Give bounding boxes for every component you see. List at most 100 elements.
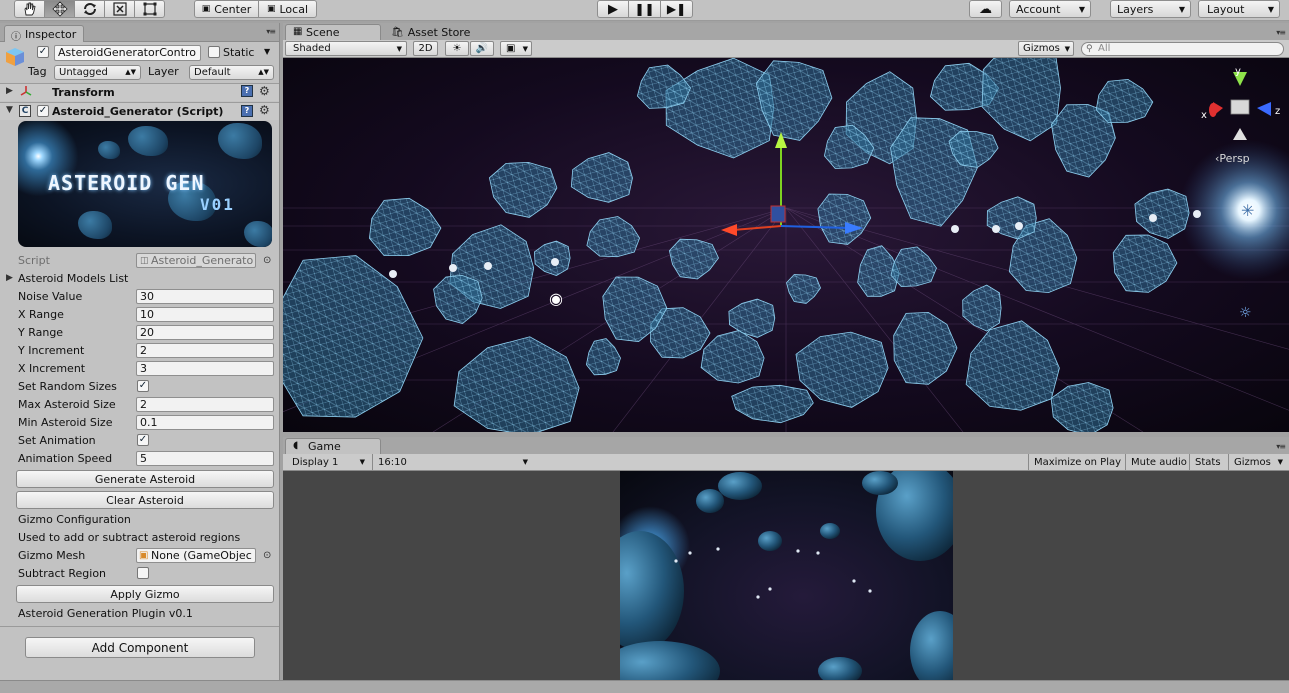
set-animation-checkbox[interactable]: ✓ xyxy=(137,434,149,446)
aspect-dropdown[interactable]: 16:10 ▼ xyxy=(372,454,534,470)
scale-tool-icon[interactable] xyxy=(104,0,135,18)
set-random-sizes-checkbox[interactable]: ✓ xyxy=(137,380,149,392)
scene-search-input[interactable]: ⚲ All xyxy=(1081,42,1284,56)
asteroid-wireframe xyxy=(669,239,719,279)
game-asteroid xyxy=(620,531,684,651)
panel-menu-icon[interactable]: ▾≡ xyxy=(266,27,276,36)
banner-rock xyxy=(128,126,168,156)
scene-gizmos-dropdown[interactable]: Gizmos ▼ xyxy=(1018,41,1074,56)
star-billboard xyxy=(951,225,959,233)
transform-component-header[interactable]: ▶ Transform ? ⚙ xyxy=(0,83,279,101)
asteroid-wireframe xyxy=(586,338,621,375)
layer-dropdown[interactable]: Default ▲▼ xyxy=(189,65,274,80)
chevron-down-icon: ▼ xyxy=(522,44,528,53)
game-render xyxy=(620,471,953,680)
min-size-input[interactable]: 0.1 xyxy=(136,415,274,430)
panel-menu-icon[interactable]: ▾≡ xyxy=(1276,442,1286,451)
static-checkbox[interactable] xyxy=(208,46,220,58)
clear-asteroid-button[interactable]: Clear Asteroid xyxy=(16,491,274,509)
maximize-on-play-toggle[interactable]: Maximize on Play xyxy=(1028,454,1126,470)
play-button[interactable]: ▶ xyxy=(597,0,629,18)
field-input[interactable]: 2 xyxy=(136,343,274,358)
display-dropdown[interactable]: Display 1 ▼ xyxy=(283,454,371,470)
asteroid-wireframe xyxy=(586,216,640,257)
panel-menu-icon[interactable]: ▾≡ xyxy=(1276,28,1286,37)
game-gizmos-dropdown[interactable]: Gizmos ▼ xyxy=(1228,454,1289,470)
asteroid-wireframe xyxy=(637,65,691,109)
field-label: X Increment xyxy=(18,362,86,375)
shading-mode-dropdown[interactable]: Shaded ▼ xyxy=(285,41,407,56)
audio-toggle-icon[interactable]: 🔊 xyxy=(470,41,494,56)
apply-gizmo-button[interactable]: Apply Gizmo xyxy=(16,585,274,603)
pivot-center-button[interactable]: ▣ Center xyxy=(194,0,259,18)
effects-toggle-icon[interactable]: ▣ ▼ xyxy=(500,41,532,56)
orientation-gizmo[interactable]: y x z xyxy=(1201,66,1280,140)
help-book-icon[interactable]: ? xyxy=(241,85,253,97)
chevron-down-icon: ▼ xyxy=(1064,44,1070,53)
projection-label[interactable]: ‹Persp xyxy=(1215,152,1250,165)
tab-game[interactable]: ◖ Game xyxy=(285,438,381,454)
field-input[interactable]: 10 xyxy=(136,307,274,322)
inspector-panel: ⓘ Inspector ▾≡ ✓ AsteroidGeneratorContro… xyxy=(0,23,280,680)
camera-gizmo-icon[interactable]: ◉ xyxy=(549,289,563,308)
lighting-toggle-icon[interactable]: ☀ xyxy=(445,41,469,56)
object-picker-icon[interactable]: ⊙ xyxy=(263,550,271,561)
tag-dropdown[interactable]: Untagged ▲▼ xyxy=(54,65,141,80)
pause-button[interactable]: ❚❚ xyxy=(628,0,661,18)
script-enabled-checkbox[interactable]: ✓ xyxy=(37,105,49,117)
script-field[interactable]: ◫ Asteroid_Generato xyxy=(136,253,256,268)
aspect-value: 16:10 xyxy=(378,456,407,468)
field-input[interactable]: 30 xyxy=(136,289,274,304)
mute-audio-toggle[interactable]: Mute audio xyxy=(1125,454,1192,470)
animation-speed-input[interactable]: 5 xyxy=(136,451,274,466)
foldout-collapsed-icon[interactable]: ▶ xyxy=(6,273,13,283)
object-name-input[interactable]: AsteroidGeneratorContro xyxy=(54,45,201,61)
step-button[interactable]: ▶❚ xyxy=(660,0,693,18)
store-bag-icon: 🛍 xyxy=(391,27,404,38)
max-size-input[interactable]: 2 xyxy=(136,397,274,412)
step-icon: ▶❚ xyxy=(666,2,687,16)
gear-icon[interactable]: ⚙ xyxy=(259,84,270,98)
generate-asteroid-button[interactable]: Generate Asteroid xyxy=(16,470,274,488)
gizmo-mesh-field[interactable]: ▣ None (GameObjec xyxy=(136,548,256,563)
field-input[interactable]: 20 xyxy=(136,325,274,340)
display-value: Display 1 xyxy=(292,456,339,468)
asteroid-models-list-foldout[interactable]: Asteroid Models List xyxy=(18,272,128,285)
game-toolbar: Display 1 ▼ 16:10 ▼ Maximize on Play Mut… xyxy=(283,454,1289,471)
toggle-2d-button[interactable]: 2D xyxy=(413,41,438,56)
axis-y-label: y xyxy=(1235,66,1241,77)
pivot-space-button[interactable]: ▣ Local xyxy=(258,0,317,18)
cloud-button[interactable]: ☁ xyxy=(969,0,1002,18)
move-tool-icon[interactable] xyxy=(44,0,75,18)
pivot-label: Center xyxy=(214,2,252,16)
foldout-expanded-icon[interactable]: ▼ xyxy=(6,105,13,115)
tab-asset-store[interactable]: 🛍 Asset Store xyxy=(391,26,470,39)
tab-inspector[interactable]: ⓘ Inspector xyxy=(4,25,84,43)
layers-dropdown[interactable]: Layers ▼ xyxy=(1110,0,1191,18)
script-component-header[interactable]: ▼ C ✓ Asteroid_Generator (Script) ? ⚙ xyxy=(0,102,279,120)
cloud-icon: ☁ xyxy=(979,1,992,17)
static-dropdown-chevron-icon[interactable]: ▼ xyxy=(264,47,270,56)
add-component-button[interactable]: Add Component xyxy=(25,637,255,658)
layout-dropdown[interactable]: Layout ▼ xyxy=(1198,0,1280,18)
gear-icon[interactable]: ⚙ xyxy=(259,103,270,117)
account-dropdown[interactable]: Account ▼ xyxy=(1009,0,1091,18)
asteroid-wireframe xyxy=(571,152,633,203)
field-input[interactable]: 3 xyxy=(136,361,274,376)
stats-toggle[interactable]: Stats xyxy=(1189,454,1226,470)
active-checkbox[interactable]: ✓ xyxy=(37,46,49,58)
object-picker-icon[interactable]: ⊙ xyxy=(263,255,271,266)
subtract-region-checkbox[interactable] xyxy=(137,567,149,579)
banner-rock xyxy=(78,211,112,239)
tab-scene[interactable]: ▦ Scene xyxy=(285,24,381,40)
foldout-collapsed-icon[interactable]: ▶ xyxy=(6,86,13,96)
game-star xyxy=(716,547,720,551)
rotate-tool-icon[interactable] xyxy=(74,0,105,18)
help-book-icon[interactable]: ? xyxy=(241,105,253,117)
gameobject-cube-icon xyxy=(4,46,26,68)
game-viewport[interactable] xyxy=(620,471,953,680)
rect-tool-icon[interactable] xyxy=(134,0,165,18)
hand-tool-icon[interactable] xyxy=(14,0,45,18)
star-billboard xyxy=(484,262,492,270)
scene-viewport[interactable]: ☼ ✳ ◉ y x z ‹Persp xyxy=(283,58,1289,432)
